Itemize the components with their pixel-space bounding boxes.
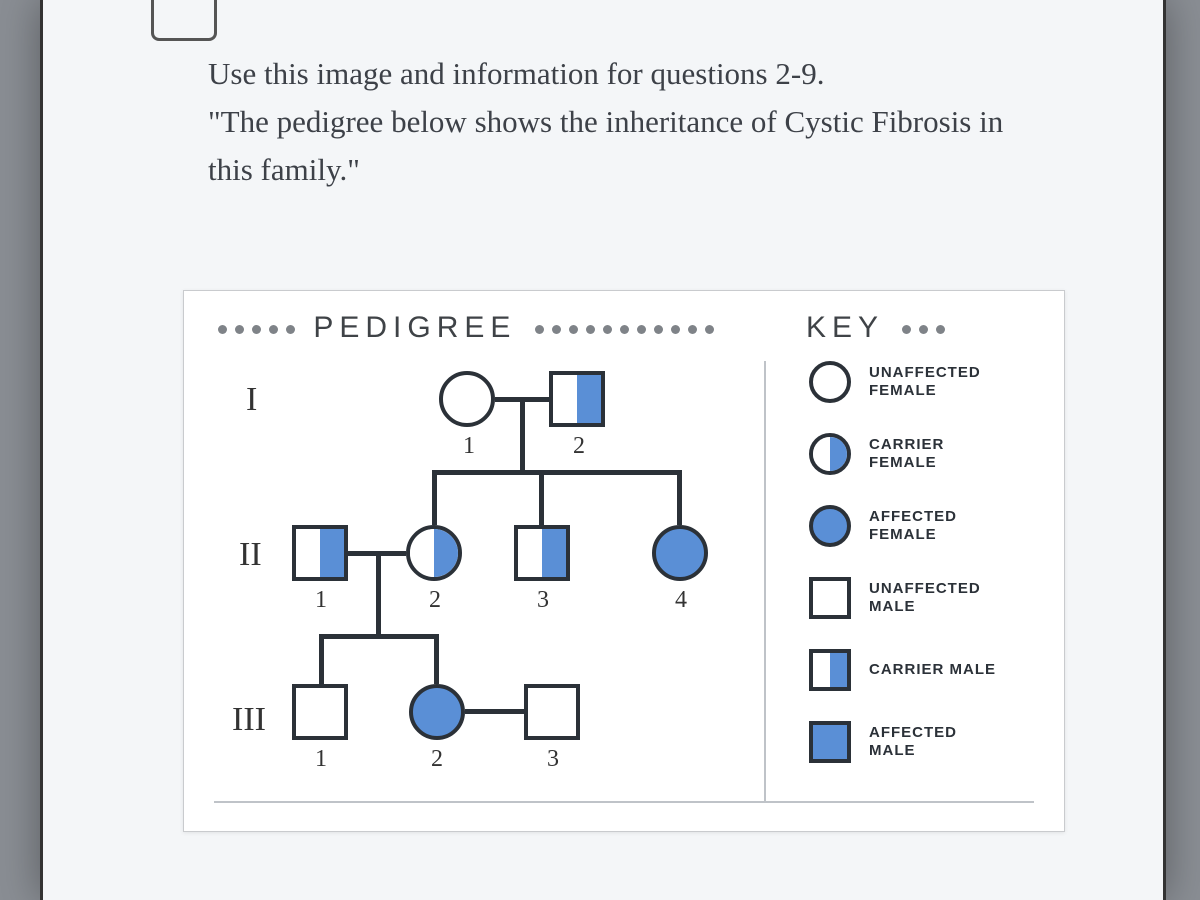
individual-number: 1: [306, 587, 336, 614]
dot-icon: [218, 325, 227, 334]
descent-line: [539, 470, 544, 525]
question-screen: Use this image and information for quest…: [40, 0, 1166, 900]
circle-fill-icon: [809, 505, 851, 547]
pedigree-header: PEDIGREE: [214, 311, 718, 345]
dot-icon: [620, 325, 629, 334]
generation-label-3: III: [232, 701, 266, 739]
key-unaffected-female: UNAFFECTED FEMALE: [809, 361, 999, 403]
dot-icon: [586, 325, 595, 334]
generation-label-1: I: [246, 381, 257, 419]
mating-line: [465, 709, 524, 714]
descent-line: [520, 402, 525, 470]
key-label: AFFECTED FEMALE: [869, 508, 999, 544]
divider: [214, 801, 1034, 803]
dot-icon: [252, 325, 261, 334]
dot-icon: [569, 325, 578, 334]
individual-number: 1: [454, 433, 484, 460]
descent-line: [434, 634, 439, 684]
key-title: KEY: [806, 311, 884, 344]
dot-icon: [286, 325, 295, 334]
key-label: CARRIER FEMALE: [869, 436, 999, 472]
individual-III-1: [292, 684, 348, 740]
individual-II-1: [292, 525, 348, 581]
individual-III-3: [524, 684, 580, 740]
individual-number: 3: [528, 587, 558, 614]
key-carrier-female: CARRIER FEMALE: [809, 433, 999, 475]
descent-line: [432, 470, 437, 525]
generation-label-2: II: [239, 536, 262, 574]
sibling-line: [432, 470, 682, 475]
square-icon: [809, 577, 851, 619]
pedigree-card: PEDIGREE KEY I II III 1 2 1 2 3 4: [183, 290, 1065, 832]
dot-icon: [936, 325, 945, 334]
individual-II-4: [652, 525, 708, 581]
sibling-line: [319, 634, 439, 639]
key-label: UNAFFECTED MALE: [869, 580, 999, 616]
square-fill-icon: [809, 721, 851, 763]
key-unaffected-male: UNAFFECTED MALE: [809, 577, 999, 619]
divider: [764, 361, 766, 801]
key-affected-female: AFFECTED FEMALE: [809, 505, 999, 547]
key-carrier-male: CARRIER MALE: [809, 649, 999, 691]
dot-icon: [269, 325, 278, 334]
descent-line: [677, 470, 682, 525]
circle-icon: [809, 361, 851, 403]
dot-icon: [235, 325, 244, 334]
prompt-line-1: Use this image and information for quest…: [208, 50, 1028, 98]
dot-icon: [637, 325, 646, 334]
descent-line: [319, 634, 324, 684]
descent-line: [376, 556, 381, 634]
dot-icon: [603, 325, 612, 334]
individual-number: 2: [420, 587, 450, 614]
dot-icon: [919, 325, 928, 334]
individual-II-2: [406, 525, 462, 581]
individual-number: 3: [538, 746, 568, 773]
individual-number: 2: [564, 433, 594, 460]
key-label: AFFECTED MALE: [869, 724, 999, 760]
prompt-line-2: "The pedigree below shows the inheritanc…: [208, 98, 1028, 194]
pedigree-title: PEDIGREE: [313, 311, 516, 344]
dot-icon: [552, 325, 561, 334]
key-label: UNAFFECTED FEMALE: [869, 364, 999, 400]
dot-icon: [688, 325, 697, 334]
question-prompt: Use this image and information for quest…: [208, 50, 1028, 194]
dot-icon: [535, 325, 544, 334]
page-tab-icon: [151, 0, 217, 41]
key-header: KEY: [806, 311, 949, 345]
dot-icon: [902, 325, 911, 334]
key-affected-male: AFFECTED MALE: [809, 721, 999, 763]
square-half-icon: [809, 649, 851, 691]
individual-I-2: [549, 371, 605, 427]
individual-II-3: [514, 525, 570, 581]
individual-number: 1: [306, 746, 336, 773]
individual-number: 4: [666, 587, 696, 614]
dot-icon: [671, 325, 680, 334]
dot-icon: [654, 325, 663, 334]
key-label: CARRIER MALE: [869, 661, 999, 679]
individual-number: 2: [422, 746, 452, 773]
dot-icon: [705, 325, 714, 334]
circle-half-icon: [809, 433, 851, 475]
individual-I-1: [439, 371, 495, 427]
individual-III-2: [409, 684, 465, 740]
